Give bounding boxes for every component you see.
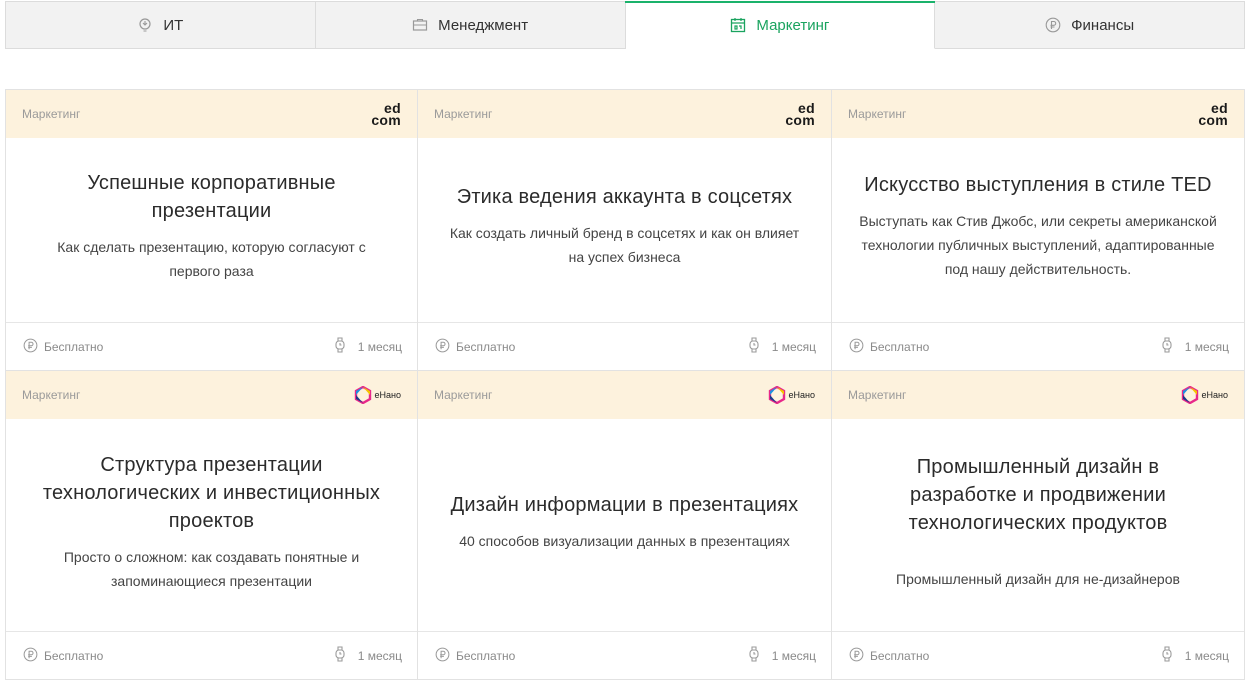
price-label: Бесплатно [870,339,930,354]
ruble-icon [435,338,450,356]
tab-label: Маркетинг [756,16,830,34]
card-description: Как сделать презентацию, которую согласу… [57,239,366,279]
enano-logo: eНано [1181,386,1229,404]
card-title: Искусство выступления в стиле TED [864,174,1212,196]
card-description: Просто о сложном: как создавать понятные… [63,549,360,589]
course-grid: Маркетинг ed com Успешные корпоративные п… [5,89,1245,680]
card-category: Маркетинг [434,388,493,402]
card-description: Как создать личный бренд в соцсетях и ка… [449,225,800,265]
price-label: Бесплатно [870,648,930,663]
card-header: Маркетинг ed com [6,90,417,138]
price-label: Бесплатно [456,339,516,354]
course-card[interactable]: Маркетинг ed com Этика ведения аккаунта в… [418,90,832,371]
card-footer: Бесплатно 1 месяц [418,322,831,370]
card-header: Маркетинг eНано [832,371,1244,419]
card-footer: Бесплатно 1 месяц [6,322,417,370]
duration-label: 1 месяц [1184,339,1229,354]
ruble-icon [849,338,864,356]
duration-label: 1 месяц [1184,648,1229,663]
card-header: Маркетинг eНано [418,371,831,419]
card-header: Маркетинг ed com [832,90,1244,138]
tab-management[interactable]: Менеджмент [315,1,626,49]
duration-label: 1 месяц [357,648,402,663]
course-card[interactable]: Маркетинг ed com Искусство выступления в … [832,90,1245,371]
ruble-icon [23,338,38,356]
course-card[interactable]: Маркетинг eНано Дизайн информации в през… [418,371,832,680]
course-card[interactable]: Маркетинг eНано Промышленный дизайн в ра… [832,371,1245,680]
card-footer: Бесплатно 1 месяц [6,631,417,679]
course-card[interactable]: Маркетинг ed com Успешные корпоративные п… [5,90,418,371]
edcom-logo: ed com [1198,100,1228,128]
watch-icon [748,337,760,356]
card-title: Успешные корпоративные презентации [87,172,336,222]
tab-marketing[interactable]: Маркетинг [624,1,936,49]
card-footer: Бесплатно 1 месяц [832,631,1244,679]
card-category: Маркетинг [434,107,493,121]
watch-icon [1161,337,1173,356]
duration-label: 1 месяц [771,648,816,663]
ruble-icon [849,647,864,665]
card-category: Маркетинг [22,107,81,121]
card-category: Маркетинг [848,107,907,121]
enano-logo: eНано [354,386,402,404]
enano-logo: eНано [768,386,816,404]
tab-label: Финансы [1071,16,1135,34]
category-tabs: ИТ Менеджмент Маркетинг Финансы [5,1,1245,49]
card-header: Маркетинг ed com [418,90,831,138]
card-title: Этика ведения аккаунта в соцсетях [456,186,793,208]
tab-label: Менеджмент [438,16,529,34]
tab-finance[interactable]: Финансы [935,1,1245,49]
card-footer: Бесплатно 1 месяц [418,631,831,679]
tab-label: ИТ [163,16,184,34]
ruble-icon [23,647,38,665]
provider-name: eНано [374,390,402,400]
card-title: Промышленный дизайн в разработке и продв… [908,456,1168,534]
watch-icon [748,646,760,665]
card-category: Маркетинг [22,388,81,402]
watch-icon [334,337,346,356]
price-label: Бесплатно [44,648,104,663]
duration-label: 1 месяц [357,339,402,354]
briefcase-icon [412,17,428,33]
edcom-logo: ed com [371,100,401,128]
provider-name: eНано [788,390,816,400]
card-header: Маркетинг eНано [6,371,417,419]
card-title: Дизайн информации в презентациях [450,494,799,516]
ruble-icon [435,647,450,665]
watch-icon [334,646,346,665]
provider-name: eНано [1201,390,1229,400]
card-description: Выступать как Стив Джобс, или секреты ам… [859,213,1217,277]
edcom-logo: ed com [785,100,815,128]
ruble-icon [1045,17,1061,33]
card-description: 40 способов визуализации данных в презен… [459,533,790,549]
lightbulb-icon [137,17,153,33]
card-footer: Бесплатно 1 месяц [832,322,1244,370]
price-label: Бесплатно [44,339,104,354]
card-description: Промышленный дизайн для не-дизайнеров [896,571,1180,587]
duration-label: 1 месяц [771,339,816,354]
calendar-icon [730,17,746,33]
card-title: Структура презентации технологических и … [42,454,381,532]
tab-it[interactable]: ИТ [5,1,316,49]
watch-icon [1161,646,1173,665]
price-label: Бесплатно [456,648,516,663]
card-category: Маркетинг [848,388,907,402]
course-card[interactable]: Маркетинг eНано Структура презентации те… [5,371,418,680]
